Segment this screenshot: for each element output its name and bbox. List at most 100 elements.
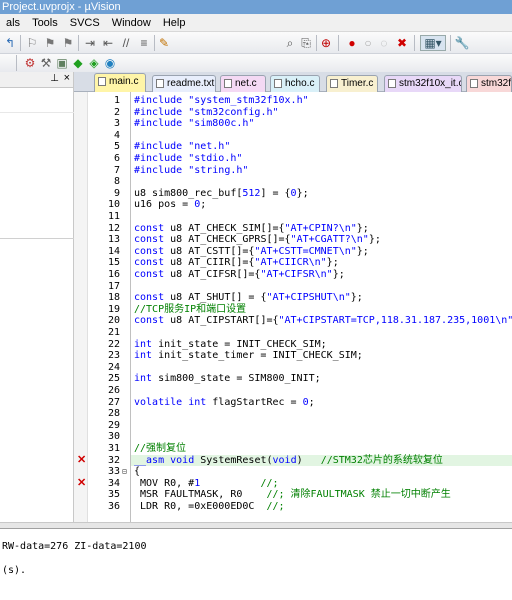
uncomment-icon[interactable]: ≡ [136,35,152,51]
code-line[interactable]: volatile int flagStartRec = 0; [134,397,512,409]
line-number: 36 [107,501,120,512]
code-line[interactable]: MOV R0, #1 //; [134,478,512,490]
file-icon [274,79,282,88]
line-number: 3 [113,118,120,130]
line-gutter[interactable]: 1 2 3 4 5 6 7 8 9 10 11 12 13 14 15 16 17 18 19 20 21 22 23 24 2… [74,92,130,522]
code-line[interactable]: const u8 AT_CHECK_GPRS[]={"AT+CGATT?\n"}… [134,234,512,246]
code-line[interactable]: __asm void SystemReset(void) //STM32芯片的系… [134,455,512,467]
bookmark-prev-icon[interactable]: ⚑ [42,35,58,51]
find-in-files-icon[interactable]: ⎘ [298,35,314,51]
line-number: 28 [107,408,120,420]
tab-stm32f10x-it-c[interactable]: stm32f10x_it.c [384,75,462,92]
code-line[interactable]: int sim800_state = SIM800_INIT; [134,373,512,385]
select-pack-icon[interactable]: ◈ [86,55,102,71]
line-number: 7 [113,164,120,176]
menu-item-tools[interactable]: Tools [26,14,64,32]
line-number: 22 [107,338,120,350]
line-number: 34 [107,477,120,489]
line-number: 32 [107,454,120,466]
code-line[interactable]: const u8 AT_CIIR[]={"AT+CIICR\n"}; [134,257,512,269]
code-line[interactable]: const u8 AT_SHUT[] = {"AT+CIPSHUT\n"}; [134,292,512,304]
toolbar-edit: ↰ ⚐ ⚑ ⚑ ⇥ ⇤ // ≡ ✎ ▼ ⌕ ⎘ ⊕ ● ○ ◌ ✖ ▦▾ 🔧 [0,32,512,83]
line-number: 17 [107,280,120,292]
find-icon[interactable]: ⌕ [282,35,298,51]
menu-item[interactable]: als [0,14,26,32]
tab-bar: main.c readme.txt net.c hcho.c Timer.c s… [74,72,512,92]
tab-timer-c[interactable]: Timer.c [326,75,378,92]
code-line[interactable]: #include "sim800c.h" [134,118,512,130]
line-number: 25 [107,373,120,385]
code-line[interactable]: //强制复位 [134,443,512,455]
target-options-icon[interactable]: ⚙ [22,55,38,71]
line-number: 4 [113,129,120,141]
line-number: 5 [113,141,120,153]
breakpoint-disable-icon[interactable]: ○ [360,35,376,51]
view-icon[interactable]: ▦▾ [420,35,446,51]
menubar: als Tools SVCS Window Help [0,14,512,32]
code-line[interactable]: const u8 AT_CSTT[]={"AT+CSTT=CMNET\n"}; [134,246,512,258]
bookmark-icon[interactable]: ⚐ [24,35,40,51]
pin-icon[interactable]: ⊥ [50,73,59,84]
project-panel: ⊥ × [0,72,74,522]
project-panel-header: ⊥ × [0,72,73,88]
run-time-icon[interactable]: ◉ [102,55,118,71]
line-number: 24 [107,361,120,373]
menu-item-window[interactable]: Window [106,14,157,32]
template-icon[interactable]: ✎ [156,35,172,51]
code-line[interactable]: { [134,466,512,478]
line-number: 27 [107,396,120,408]
menu-item-svcs[interactable]: SVCS [64,14,106,32]
tab-readme[interactable]: readme.txt [152,75,216,92]
fold-toggle-icon[interactable]: ⊟ [122,466,127,478]
code-line[interactable]: #include "net.h" [134,141,512,153]
code-line[interactable]: const u8 AT_CIFSR[]={"AT+CIFSR\n"}; [134,269,512,281]
code-line[interactable]: int init_state_timer = INIT_CHECK_SIM; [134,350,512,362]
code-line[interactable]: u8 sim800_rec_buf[512] = {0}; [134,188,512,200]
back-icon[interactable]: ↰ [2,35,18,51]
line-number: 31 [107,443,120,454]
error-marker-icon[interactable]: ✕ [77,454,86,467]
toolbar-project: ▼ ⚙ ⚒ ▣ ◆ ◈ ◉ [0,54,512,124]
tab-net-c[interactable]: net.c [220,75,266,92]
code-line[interactable]: #include "system_stm32f10x.h" [134,95,512,107]
line-number: 15 [107,257,120,269]
code-line[interactable]: #include "stdio.h" [134,153,512,165]
line-number: 13 [107,234,120,246]
code-line[interactable]: u16 pos = 0; [134,199,512,211]
file-icon [330,79,338,88]
line-number: 2 [113,106,120,118]
code-line[interactable]: #include "string.h" [134,165,512,177]
code-editor[interactable]: #include "system_stm32f10x.h" #include "s… [130,92,512,522]
error-marker-icon[interactable]: ✕ [77,477,86,490]
code-line[interactable]: const u8 AT_CHECK_SIM[]={"AT+CPIN?\n"}; [134,223,512,235]
code-line[interactable]: LDR R0, =0xE000ED0C //; [134,501,512,513]
debug-icon[interactable]: ⊕ [318,35,334,51]
wrench-icon[interactable]: 🔧 [454,35,470,51]
indent-icon[interactable]: ⇥ [82,35,98,51]
pack-icon[interactable]: ◆ [70,55,86,71]
tab-main-c[interactable]: main.c [94,73,146,92]
line-number: 16 [107,269,120,280]
tab-stm32f[interactable]: stm32f [466,75,512,92]
line-number: 23 [107,350,120,362]
close-icon[interactable]: × [64,72,70,84]
line-number: 12 [107,222,120,234]
line-number: 35 [107,489,120,501]
breakpoint-disable-all-icon[interactable]: ◌ [376,35,392,51]
file-icon [470,79,478,88]
code-line[interactable]: //TCP服务IP和端口设置 [134,304,512,316]
menu-item-help[interactable]: Help [157,14,192,32]
code-line[interactable]: MSR FAULTMASK, R0 //; 清除FAULTMASK 禁止一切中断… [134,489,512,501]
code-line[interactable]: int init_state = INIT_CHECK_SIM; [134,339,512,351]
breakpoint-icon[interactable]: ● [344,35,360,51]
components-icon[interactable]: ▣ [54,55,70,71]
code-line[interactable]: #include "stm32config.h" [134,107,512,119]
tab-hcho-c[interactable]: hcho.c [270,75,320,92]
breakpoint-kill-icon[interactable]: ✖ [394,35,410,51]
bookmark-next-icon[interactable]: ⚑ [60,35,76,51]
build-output-line: RW-data=276 ZI-data=2100 [2,541,147,552]
comment-icon[interactable]: // [118,35,134,51]
outdent-icon[interactable]: ⇤ [100,35,116,51]
code-line[interactable]: const u8 AT_CIPSTART[]={"AT+CIPSTART=TCP… [134,315,512,327]
manage-icon[interactable]: ⚒ [38,55,54,71]
